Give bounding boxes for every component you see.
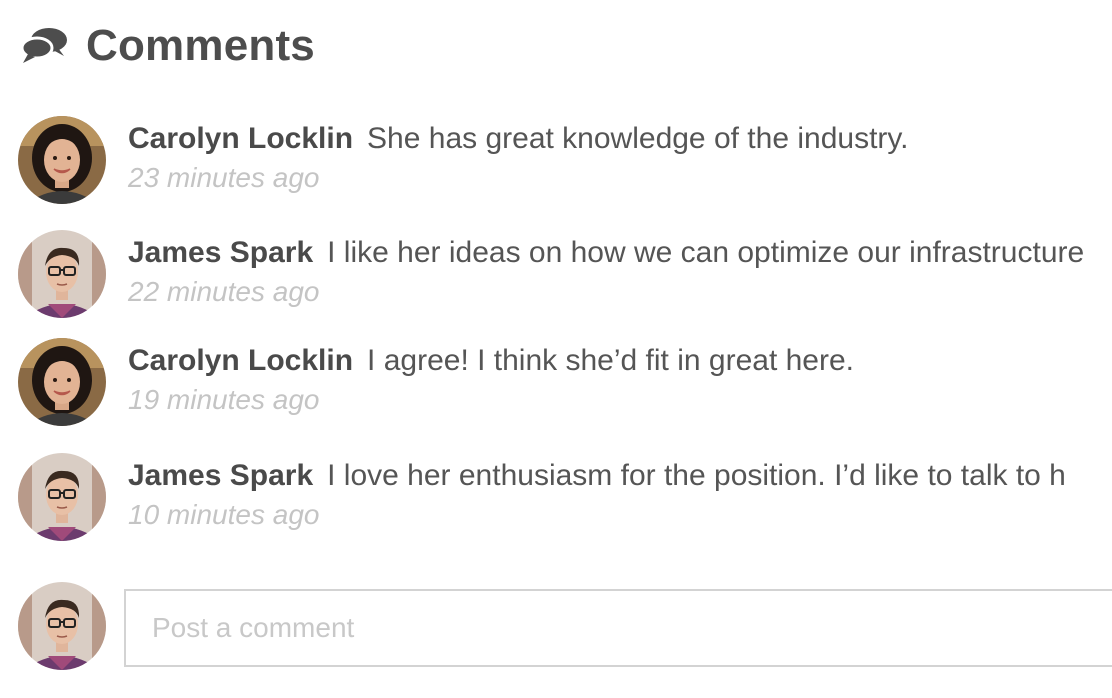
comment-line: James Spark I love her enthusiasm for the… [128,457,1066,495]
avatar-james[interactable] [18,230,106,318]
comment-text: She has great knowledge of the industry. [367,122,909,155]
avatar-carolyn[interactable] [18,338,106,426]
comment-author[interactable]: James Spark [128,236,313,269]
comment-timestamp: 22 minutes ago [128,276,320,307]
avatar-james[interactable] [18,453,106,541]
comment-author[interactable]: Carolyn Locklin [128,122,353,155]
comment-timestamp: 10 minutes ago [128,499,320,530]
comment-item: James Spark I love her enthusiasm for the… [18,453,1112,543]
comment-text: I like her ideas on how we can optimize … [327,236,1085,269]
comment-line: Carolyn Locklin She has great knowledge o… [128,120,909,158]
avatar-carolyn[interactable] [18,116,106,204]
comment-composer [18,582,1112,672]
comment-line: James Spark I like her ideas on how we ca… [128,234,1084,272]
avatar-james [18,582,106,670]
comment-timestamp: 23 minutes ago [128,162,320,193]
comment-text: I agree! I think she’d fit in great here… [367,344,854,377]
comments-panel: Comments Carolyn Locklin She has great kn… [0,0,1112,698]
comments-header: Comments [20,18,315,74]
comment-text: I love her enthusiasm for the position. … [327,459,1066,492]
comment-timestamp: 19 minutes ago [128,384,320,415]
comments-icon [20,26,68,66]
comment-item: James Spark I like her ideas on how we ca… [18,230,1112,320]
post-comment-input[interactable] [124,589,1112,667]
comment-line: Carolyn Locklin I agree! I think she’d fi… [128,342,854,380]
comment-item: Carolyn Locklin She has great knowledge o… [18,116,1112,206]
page-title: Comments [86,21,315,70]
comment-item: Carolyn Locklin I agree! I think she’d fi… [18,338,1112,428]
comment-author[interactable]: James Spark [128,459,313,492]
comment-author[interactable]: Carolyn Locklin [128,344,353,377]
